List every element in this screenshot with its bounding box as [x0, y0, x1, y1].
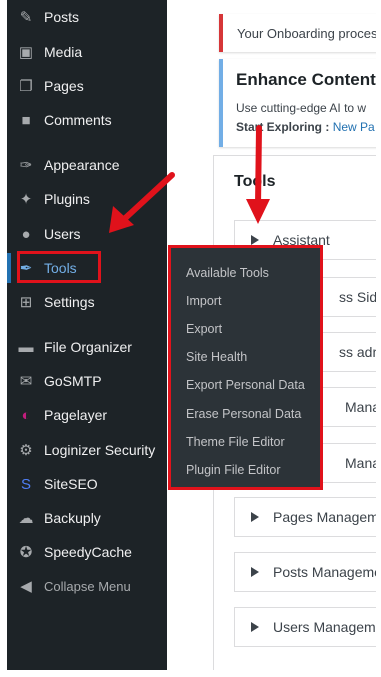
- bottom-edge: [0, 670, 381, 677]
- arrow-to-tools-icon: [109, 172, 175, 233]
- screenshot-frame: Your Onboarding proces Enhance Content V…: [0, 0, 381, 677]
- right-edge: [376, 0, 381, 677]
- annotation-arrows: [109, 125, 270, 233]
- arrow-to-tools-panel-icon: [246, 125, 270, 224]
